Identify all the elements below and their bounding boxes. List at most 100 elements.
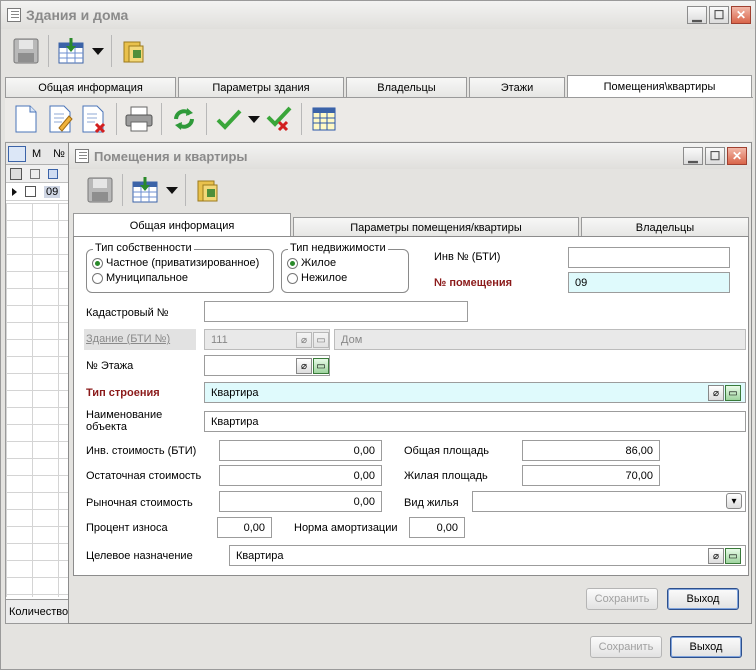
housing-type-label: Вид жилья — [404, 497, 459, 509]
tab-building-params[interactable]: Параметры здания — [178, 77, 344, 97]
tab-floors[interactable]: Этажи — [469, 77, 565, 97]
property-type-title: Тип недвижимости — [288, 242, 388, 254]
amortization-input[interactable]: 0,00 — [409, 517, 465, 538]
window-icon — [7, 8, 21, 22]
residual-cost-label: Остаточная стоимость — [86, 470, 202, 482]
inner-table-download-button[interactable] — [130, 175, 160, 205]
grid-filter-checkbox[interactable] — [30, 168, 40, 179]
property-type-group: Тип недвижимости Жилое Нежилое — [281, 242, 409, 293]
tab-general-info[interactable]: Общая информация — [73, 213, 291, 237]
inner-save-button[interactable]: Сохранить — [586, 588, 658, 610]
housing-type-chevron-down-icon[interactable]: ▾ — [726, 493, 742, 509]
tab-room-params[interactable]: Параметры помещения/квартиры — [293, 217, 579, 237]
building-label: Здание (БТИ №) — [86, 333, 171, 345]
build-type-input[interactable]: Квартира — [204, 382, 746, 403]
minimize-button[interactable]: ▁ — [687, 6, 707, 24]
grid-header-n: № — [53, 147, 65, 160]
general-info-panel: Тип собственности Частное (приватизирова… — [73, 236, 749, 576]
build-type-lookup-icon[interactable]: ▭ — [725, 385, 741, 401]
property-nonresidential-radio[interactable]: Нежилое — [287, 272, 347, 284]
purpose-clear-icon[interactable]: ⌀ — [708, 548, 724, 564]
inv-bti-input[interactable] — [568, 247, 730, 268]
delete-record-button[interactable] — [79, 104, 109, 134]
floor-clear-icon[interactable]: ⌀ — [296, 358, 312, 374]
object-name-label: Наименование объекта — [86, 409, 163, 433]
housing-type-select[interactable] — [472, 491, 746, 512]
tab-general[interactable]: Общая информация — [5, 77, 176, 97]
inner-tabs: Общая информация Параметры помещения/ква… — [73, 213, 751, 237]
living-area-input[interactable]: 70,00 — [522, 465, 660, 486]
grid-settings-icon[interactable] — [8, 145, 26, 162]
approve-button[interactable] — [214, 104, 244, 134]
living-area-label: Жилая площадь — [404, 470, 488, 482]
build-type-clear-icon[interactable]: ⌀ — [708, 385, 724, 401]
tab-owners[interactable]: Владельцы — [346, 77, 467, 97]
tab-rooms[interactable]: Помещения\квартиры — [567, 75, 752, 97]
floor-lookup-icon[interactable]: ▭ — [313, 358, 329, 374]
approve-dropdown-arrow-icon[interactable] — [248, 115, 260, 123]
refresh-button[interactable] — [169, 104, 199, 134]
save-disk-button[interactable] — [11, 36, 41, 66]
columns-button[interactable] — [309, 104, 339, 134]
market-cost-label: Рыночная стоимость — [86, 497, 193, 509]
grid-filter-n[interactable] — [48, 168, 58, 179]
edit-record-button[interactable] — [45, 104, 75, 134]
close-button[interactable]: ✕ — [731, 6, 751, 24]
outer-title: Здания и дома — [26, 7, 129, 23]
wear-input[interactable]: 0,00 — [217, 517, 272, 538]
purpose-label: Целевое назначение — [86, 550, 193, 562]
ownership-municipal-radio[interactable]: Муниципальное — [92, 272, 188, 284]
inv-cost-input[interactable]: 0,00 — [219, 440, 382, 461]
inner-exit-button[interactable]: Выход — [667, 588, 739, 610]
inner-maximize-button[interactable]: ☐ — [705, 147, 725, 165]
build-type-label: Тип строения — [86, 387, 160, 399]
property-residential-radio[interactable]: Жилое — [287, 257, 336, 269]
amortization-label: Норма амортизации — [294, 522, 398, 534]
inner-toolbar — [79, 173, 229, 207]
inner-minimize-button[interactable]: ▁ — [683, 147, 703, 165]
records-toolbar — [5, 97, 753, 141]
maximize-button[interactable]: ☐ — [709, 6, 729, 24]
inner-close-button[interactable]: ✕ — [727, 147, 747, 165]
purpose-input[interactable]: Квартира — [229, 545, 746, 566]
room-number-input[interactable]: 09 — [568, 272, 730, 293]
table-columns-icon — [312, 107, 336, 131]
purpose-lookup-icon[interactable]: ▭ — [725, 548, 741, 564]
table-download-button[interactable] — [56, 36, 86, 66]
inner-window: Помещения и квартиры ▁ ☐ ✕ Общая информа… — [68, 142, 752, 624]
inner-save-disk-button[interactable] — [85, 175, 115, 205]
building-clear-icon: ⌀ — [296, 332, 312, 348]
outer-save-button[interactable]: Сохранить — [590, 636, 662, 658]
total-area-input[interactable]: 86,00 — [522, 440, 660, 461]
ownership-private-radio[interactable]: Частное (приватизированное) — [92, 257, 259, 269]
row-checkbox[interactable] — [25, 186, 36, 197]
inner-dropdown-arrow-icon[interactable] — [166, 186, 178, 194]
printer-icon — [125, 106, 153, 132]
outer-toolbar — [5, 33, 155, 69]
dropdown-arrow-icon[interactable] — [92, 47, 104, 55]
market-cost-input[interactable]: 0,00 — [219, 491, 382, 512]
folder-button[interactable] — [119, 36, 149, 66]
inner-folder-button[interactable] — [193, 175, 223, 205]
grid-header-m: М — [32, 147, 42, 160]
checkmark-icon — [216, 109, 242, 130]
refresh-icon — [174, 108, 194, 130]
residual-cost-input[interactable]: 0,00 — [219, 465, 382, 486]
cadastral-input[interactable] — [204, 301, 468, 322]
tab-room-owners[interactable]: Владельцы — [581, 217, 749, 237]
row-number: 09 — [44, 185, 61, 198]
table-download-icon — [58, 38, 84, 64]
unapprove-button[interactable] — [264, 104, 294, 134]
table-row[interactable]: 09 — [6, 183, 68, 201]
inner-window-icon — [75, 149, 89, 163]
new-record-button[interactable] — [11, 104, 41, 134]
edit-doc-icon — [49, 105, 73, 133]
object-name-input[interactable]: Квартира — [204, 411, 746, 432]
inv-cost-label: Инв. стоимость (БТИ) — [86, 445, 197, 457]
print-button[interactable] — [124, 104, 154, 134]
folder-icon — [197, 180, 218, 202]
inner-title: Помещения и квартиры — [94, 148, 248, 164]
grid-filter-icon[interactable] — [10, 167, 22, 180]
outer-exit-button[interactable]: Выход — [670, 636, 742, 658]
table-download-icon — [132, 177, 158, 203]
